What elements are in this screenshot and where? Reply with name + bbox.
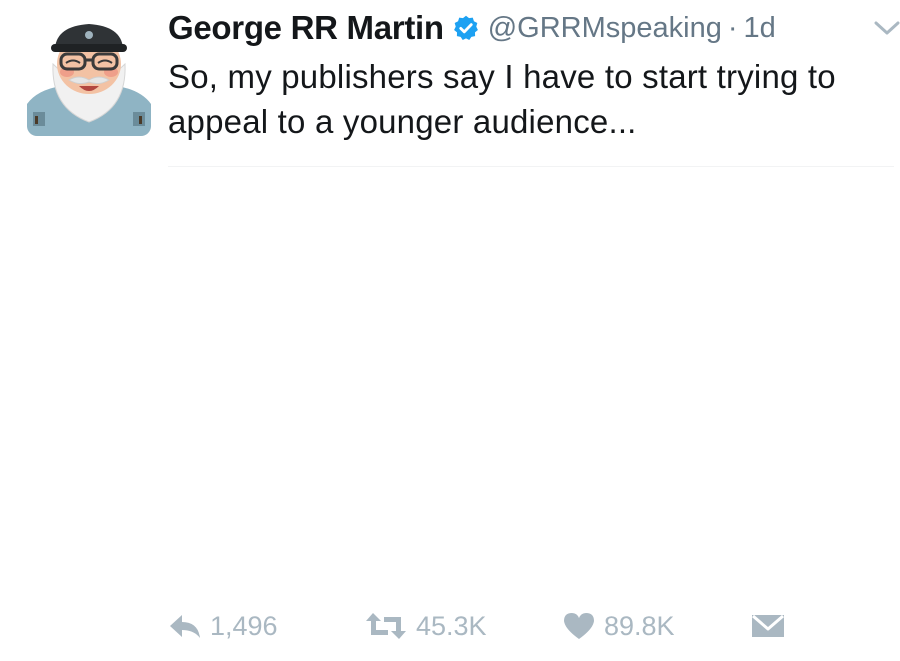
- tweet-text: So, my publishers say I have to start tr…: [168, 58, 836, 140]
- tweet-actions: 1,496 45.3K 89.8K: [168, 604, 888, 648]
- reply-button[interactable]: 1,496: [168, 604, 278, 648]
- retweet-icon: [366, 613, 406, 639]
- divider: [168, 166, 894, 167]
- retweet-count: 45.3K: [416, 610, 487, 641]
- tweet: George RR Martin @GRRMspeaking · 1d So, …: [0, 0, 900, 661]
- like-button[interactable]: 89.8K: [562, 604, 675, 648]
- separator-dot: ·: [727, 11, 738, 44]
- reply-count: 1,496: [210, 610, 278, 641]
- verified-badge-icon: [453, 15, 478, 41]
- chevron-down-icon[interactable]: [872, 18, 900, 38]
- envelope-icon: [752, 614, 784, 637]
- retweet-button[interactable]: 45.3K: [364, 604, 487, 648]
- reply-icon: [170, 615, 200, 638]
- display-name[interactable]: George RR Martin: [168, 9, 444, 47]
- direct-message-button[interactable]: [750, 604, 786, 648]
- avatar[interactable]: [27, 12, 151, 136]
- tweet-header: George RR Martin @GRRMspeaking · 1d: [168, 6, 776, 50]
- like-count: 89.8K: [604, 610, 675, 641]
- timestamp[interactable]: 1d: [744, 12, 776, 45]
- handle[interactable]: @GRRMspeaking: [488, 12, 722, 45]
- heart-icon: [564, 613, 594, 639]
